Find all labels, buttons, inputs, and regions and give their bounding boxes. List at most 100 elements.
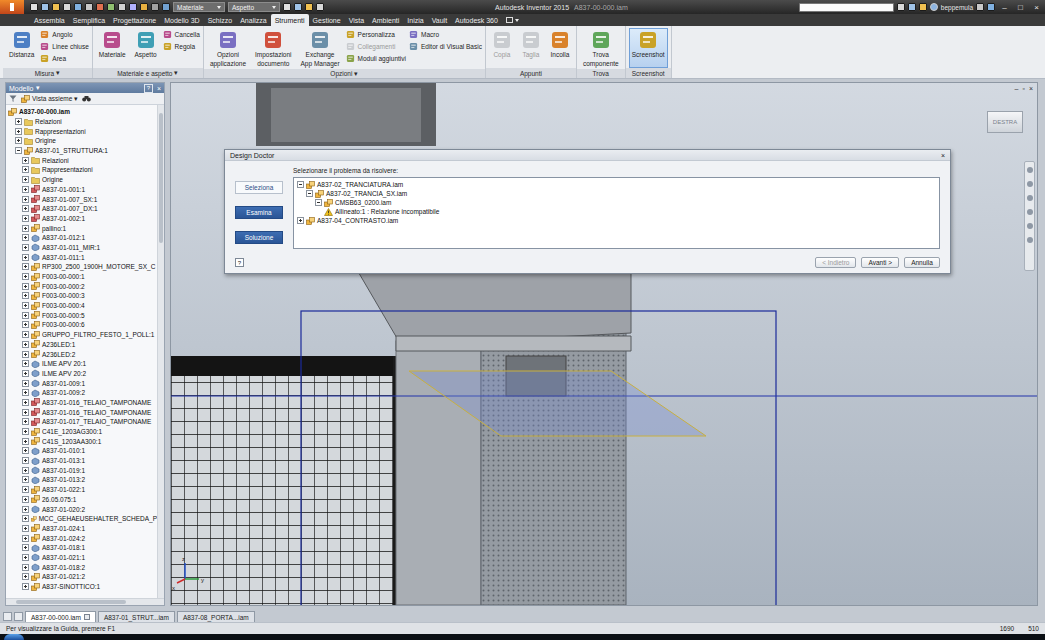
navigation-icon[interactable] — [1027, 223, 1033, 229]
tile-icon[interactable] — [3, 612, 12, 621]
ribbon-small-button[interactable]: Area — [40, 53, 89, 64]
quick-access-icon[interactable] — [129, 3, 137, 11]
ribbon-large-button[interactable]: Screenshot — [629, 28, 668, 68]
tree-row[interactable]: A837-01-011_MIR:1 — [8, 243, 157, 253]
tree-row[interactable]: Rappresentazioni — [8, 165, 157, 175]
ribbon-tab[interactable]: Schizzo — [204, 14, 237, 26]
expand-toggle[interactable] — [22, 331, 29, 338]
quick-access-icon[interactable] — [294, 3, 302, 11]
ribbon-large-button[interactable]: Aspetto — [132, 28, 160, 68]
ribbon-group-label[interactable]: Screenshot — [626, 68, 671, 78]
quick-access-icon[interactable] — [283, 3, 291, 11]
window-control[interactable]: – — [998, 3, 1011, 12]
tree-row[interactable]: F003-00-000:2 — [8, 281, 157, 291]
ribbon-tab[interactable]: Progettazione — [109, 14, 160, 26]
expand-toggle[interactable] — [22, 457, 29, 464]
tree-row[interactable]: A837-01-012:1 — [8, 233, 157, 243]
ribbon-large-button[interactable]: Impostazionidocumento — [252, 28, 295, 69]
tree-row[interactable]: A837-01-001:1 — [8, 185, 157, 195]
ribbon-group-label[interactable]: Materiale e aspetto▾ — [93, 68, 203, 78]
problem-row[interactable]: A837-02_TRANCIATURA.iam — [297, 180, 936, 189]
ribbon-large-button[interactable]: Materiale — [96, 28, 129, 68]
step-button[interactable]: Seleziona — [235, 181, 283, 194]
tree-row[interactable]: pallino:1 — [8, 223, 157, 233]
ribbon-small-button[interactable]: Personalizza — [346, 29, 406, 40]
ribbon-tab[interactable]: Assembla — [30, 14, 69, 26]
tree-row[interactable]: A837-01-016_TELAIO_TAMPONAME — [8, 407, 157, 417]
tree-row[interactable]: F003-00-000:3 — [8, 291, 157, 301]
quick-access-icon[interactable] — [140, 3, 148, 11]
expand-toggle[interactable] — [22, 438, 29, 445]
problem-row[interactable]: Allineato:1 : Relazione incompatibile — [297, 207, 936, 216]
ribbon-small-button[interactable]: Linee chiuse — [40, 41, 89, 52]
expand-toggle[interactable] — [22, 186, 29, 193]
expand-toggle[interactable] — [22, 428, 29, 435]
ribbon-tab[interactable]: Ambienti — [368, 14, 403, 26]
expand-toggle[interactable] — [22, 399, 29, 406]
expand-toggle[interactable] — [297, 181, 304, 188]
browser-title[interactable]: Modello▾ — [9, 84, 40, 92]
tree-row[interactable]: F003-00-000:1 — [8, 272, 157, 282]
tree-row[interactable]: RP300_2500_1900H_MOTORE_SX_C — [8, 262, 157, 272]
work-plane[interactable] — [409, 371, 706, 436]
step-button[interactable]: Soluzione — [235, 231, 283, 244]
viewcube[interactable]: DESTRA — [987, 111, 1023, 133]
quick-access-icon[interactable] — [107, 3, 115, 11]
viewport-control[interactable]: × — [1029, 85, 1033, 92]
dialog-button[interactable]: < Indietro — [815, 257, 856, 268]
filter-icon[interactable] — [9, 95, 17, 103]
ribbon-small-button[interactable]: Cancella — [163, 29, 200, 40]
quick-access-icon[interactable] — [41, 3, 49, 11]
expand-toggle[interactable] — [15, 147, 22, 154]
tree-row[interactable]: A837-01-017_TELAIO_TAMPONAME — [8, 417, 157, 427]
expand-toggle[interactable] — [22, 564, 29, 571]
menu-icon[interactable] — [14, 612, 23, 621]
expand-toggle[interactable] — [22, 467, 29, 474]
quick-access-dropdown[interactable]: Materiale — [173, 2, 225, 12]
ribbon-small-button[interactable]: Angolo — [40, 29, 89, 40]
expand-toggle[interactable] — [22, 341, 29, 348]
expand-toggle[interactable] — [315, 199, 322, 206]
expand-toggle[interactable] — [22, 535, 29, 542]
tree-row[interactable]: A837-01-021:1 — [8, 553, 157, 563]
tree-row[interactable]: A837-01-021:2 — [8, 572, 157, 582]
tree-row[interactable]: A837-01-019:1 — [8, 465, 157, 475]
search-field[interactable] — [799, 3, 894, 12]
ribbon-large-button[interactable]: Trovacomponente — [580, 28, 622, 69]
ribbon-tab[interactable]: Inizia — [403, 14, 427, 26]
ribbon-tab[interactable]: Gestione — [309, 14, 345, 26]
viewport-control[interactable]: ▫ — [1022, 85, 1024, 92]
ribbon-small-button[interactable]: Moduli aggiuntivi — [346, 53, 406, 64]
ribbon-group-label[interactable]: Trova — [577, 69, 625, 78]
close-button[interactable]: × — [157, 85, 161, 92]
expand-toggle[interactable] — [22, 254, 29, 261]
expand-toggle[interactable] — [22, 263, 29, 270]
tree-row[interactable]: A837-01-002:1 — [8, 214, 157, 224]
tree-row[interactable]: A837-01-007_SX:1 — [8, 194, 157, 204]
tree-row[interactable]: C41E_1203AG300:1 — [8, 427, 157, 437]
expand-toggle[interactable] — [22, 409, 29, 416]
inventor-logo-icon[interactable] — [0, 0, 24, 14]
quick-access-icon[interactable] — [52, 3, 60, 11]
ribbon-tab[interactable]: Vault — [428, 14, 451, 26]
navigation-icon[interactable] — [1027, 237, 1033, 243]
ribbon-small-button[interactable]: Regola — [163, 41, 200, 52]
ribbon-large-button[interactable]: ExchangeApp Manager — [298, 28, 343, 69]
quick-access-icon[interactable] — [63, 3, 71, 11]
expand-toggle[interactable] — [22, 215, 29, 222]
tree-row[interactable]: A837-01-016_TELAIO_TAMPONAME — [8, 398, 157, 408]
tree-row[interactable]: A837-01-010:1 — [8, 446, 157, 456]
expand-toggle[interactable] — [22, 273, 29, 280]
tree-row[interactable]: Origine — [8, 175, 157, 185]
tree-row[interactable]: ILME APV 20:2 — [8, 369, 157, 379]
ribbon-tab[interactable]: Analizza — [236, 14, 270, 26]
tree-row[interactable]: A236LED:1 — [8, 340, 157, 350]
expand-toggle[interactable] — [22, 302, 29, 309]
tree-row[interactable]: A837-01-018:1 — [8, 543, 157, 553]
tree-row[interactable]: F003-00-000:4 — [8, 301, 157, 311]
expand-toggle[interactable] — [22, 166, 29, 173]
ribbon-large-button[interactable]: Copia — [489, 28, 515, 68]
star-icon[interactable] — [919, 3, 927, 11]
quick-access-icon[interactable] — [118, 3, 126, 11]
tree-row[interactable]: A837-01-009:2 — [8, 388, 157, 398]
